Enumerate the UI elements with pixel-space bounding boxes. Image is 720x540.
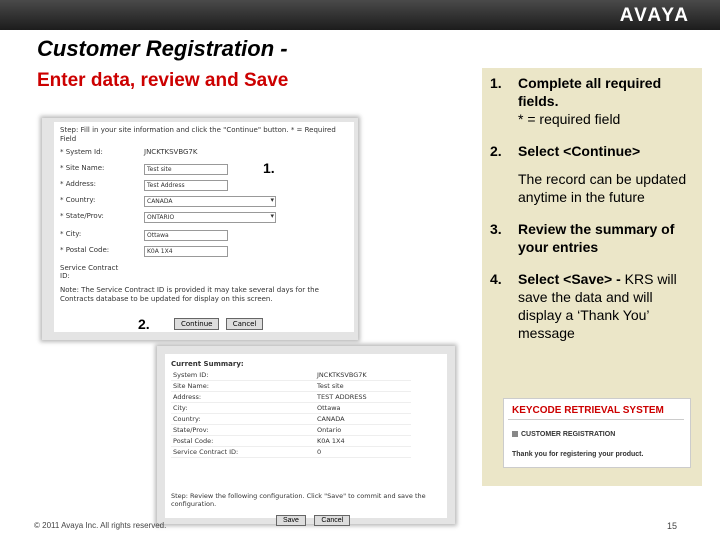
step-number: 2. <box>490 143 502 159</box>
step-number: 4. <box>490 271 502 287</box>
summary-key: Postal Code: <box>171 435 315 447</box>
city-input[interactable]: Ottawa <box>144 230 228 241</box>
callout-2: 2. <box>138 316 150 332</box>
summary-key: State/Prov: <box>171 424 315 436</box>
step-number: 3. <box>490 221 502 237</box>
field-label: Service Contract ID: <box>60 264 119 280</box>
krs-section-label: CUSTOMER REGISTRATION <box>521 431 616 438</box>
summary-key: Service Contract ID: <box>171 446 315 458</box>
copyright: © 2011 Avaya Inc. All rights reserved. <box>34 521 167 530</box>
form-buttons: Continue Cancel <box>174 318 267 330</box>
table-row: City: Ottawa <box>171 402 411 414</box>
summary-panel: Current Summary: System ID: JNCKTKSVBG7K … <box>165 354 447 518</box>
review-text: Step: Review the following configuration… <box>171 492 426 508</box>
step-text: * = required field <box>518 111 621 127</box>
table-row: State/Prov: Ontario <box>171 424 411 436</box>
step-4: 4. Select <Save> - KRS will save the dat… <box>484 270 699 342</box>
step-text: The record can be updated anytime in the… <box>518 171 687 205</box>
summary-table: System ID: JNCKTKSVBG7K Site Name: Test si… <box>171 370 411 458</box>
system-id-value: JNCKTKSVBG7K <box>144 148 198 156</box>
summary-value: 0 <box>315 446 411 458</box>
table-row: System ID: JNCKTKSVBG7K <box>171 370 411 381</box>
registration-form-screenshot: Step: Fill in your site information and … <box>42 118 358 340</box>
continue-button[interactable]: Continue <box>174 318 220 330</box>
field-label: * State/Prov: <box>60 212 104 220</box>
step-1: 1. Complete all required fields. * = req… <box>484 74 699 128</box>
avaya-logo: AVAYA <box>619 5 690 26</box>
step-heading: Complete all required fields. <box>518 75 662 109</box>
summary-key: Site Name: <box>171 380 315 392</box>
step-heading: Select <Continue> <box>518 143 641 159</box>
summary-value: TEST ADDRESS <box>315 391 411 403</box>
cancel-button[interactable]: Cancel <box>225 318 264 330</box>
step-heading: Review the summary of your entries <box>518 221 675 255</box>
summary-key: System ID: <box>171 370 315 381</box>
address-input[interactable]: Test Address <box>144 180 228 191</box>
field-label: * Country: <box>60 196 96 204</box>
country-select[interactable]: CANADA <box>144 196 276 207</box>
summary-key: Country: <box>171 413 315 425</box>
registration-form: Step: Fill in your site information and … <box>54 122 354 332</box>
form-intro: Step: Fill in your site information and … <box>60 126 336 143</box>
square-icon <box>512 431 518 438</box>
steps-list: 1. Complete all required fields. * = req… <box>484 74 699 356</box>
thank-you-screenshot: KEYCODE RETRIEVAL SYSTEM CUSTOMER REGIST… <box>503 398 691 468</box>
summary-value: Ottawa <box>315 402 411 414</box>
summary-value: CANADA <box>315 413 411 425</box>
top-bar: AVAYA <box>0 0 720 30</box>
table-row: Country: CANADA <box>171 413 411 425</box>
summary-value: Test site <box>315 380 411 392</box>
step-3: 3. Review the summary of your entries <box>484 220 699 256</box>
field-label: * Site Name: <box>60 164 105 172</box>
save-button[interactable]: Save <box>276 515 306 526</box>
form-note: Note: The Service Contract ID is provide… <box>60 286 319 303</box>
summary-value: Ontario <box>315 424 411 436</box>
callout-1: 1. <box>263 160 275 176</box>
table-row: Site Name: Test site <box>171 380 411 392</box>
field-label: * Address: <box>60 180 96 188</box>
thank-you-message: Thank you for registering your product. <box>512 451 644 458</box>
field-label: * Postal Code: <box>60 246 110 254</box>
summary-key: City: <box>171 402 315 414</box>
table-row: Postal Code: K0A 1X4 <box>171 435 411 447</box>
page-number: 15 <box>667 521 678 531</box>
krs-section: CUSTOMER REGISTRATION <box>512 431 615 438</box>
summary-buttons: Save Cancel <box>276 509 354 527</box>
krs-title: KEYCODE RETRIEVAL SYSTEM <box>512 405 664 416</box>
step-number: 1. <box>490 75 502 91</box>
state-select[interactable]: ONTARIO <box>144 212 276 223</box>
divider <box>508 419 684 420</box>
step-body: Select <Save> - KRS will save the data a… <box>518 270 699 342</box>
site-name-input[interactable]: Test site <box>144 164 228 175</box>
step-2: 2. Select <Continue> The record can be u… <box>484 142 699 206</box>
postal-code-input[interactable]: K0A 1X4 <box>144 246 228 257</box>
step-heading: Select <Save> - <box>518 271 621 287</box>
summary-value: K0A 1X4 <box>315 435 411 447</box>
slide-title: Customer Registration - <box>37 36 288 61</box>
summary-screenshot: Current Summary: System ID: JNCKTKSVBG7K … <box>157 346 455 524</box>
cancel-button[interactable]: Cancel <box>314 515 351 526</box>
field-label: * System Id: <box>60 148 103 156</box>
table-row: Address: TEST ADDRESS <box>171 391 411 403</box>
field-label: * City: <box>60 230 82 238</box>
table-row: Service Contract ID: 0 <box>171 446 411 458</box>
summary-key: Address: <box>171 391 315 403</box>
summary-value: JNCKTKSVBG7K <box>315 370 411 381</box>
summary-heading: Current Summary: <box>171 360 244 368</box>
slide-subtitle: Enter data, review and Save <box>37 70 289 91</box>
